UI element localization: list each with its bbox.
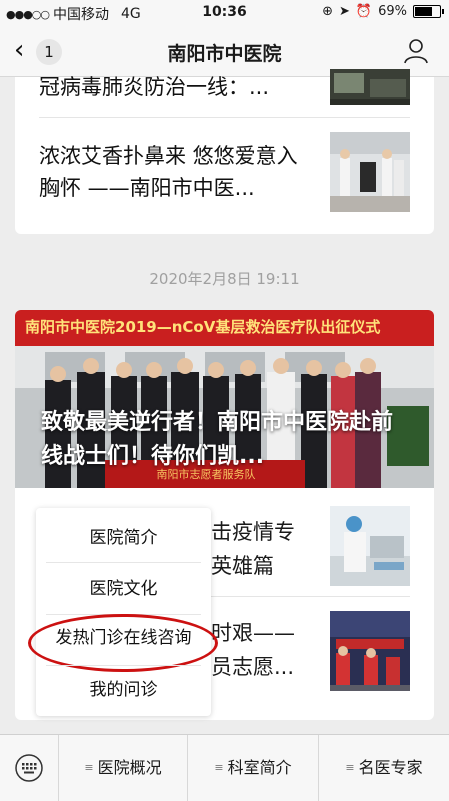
article-title: 浓浓艾香扑鼻来 悠悠爱意入胸怀 ——南阳市中医...: [39, 144, 298, 200]
profile-icon[interactable]: [403, 38, 429, 64]
rotation-lock-icon: ⊕: [322, 4, 333, 19]
alarm-icon: ⏰: [355, 4, 373, 19]
menu-item-fever-clinic-consult[interactable]: 发热门诊在线咨询: [28, 612, 218, 672]
article-thumbnail: [330, 506, 410, 586]
menu-department-intro[interactable]: ≡ 科室简介: [188, 735, 319, 801]
article-card-top: 冠病毒肺炎防治一线：... 浓浓艾香扑鼻来 悠悠爱意入胸怀 ——南阳市中医...: [15, 69, 434, 234]
message-timestamp: 2020年2月8日 19:11: [149, 270, 300, 288]
menu-item-hospital-intro[interactable]: 医院简介: [36, 512, 211, 564]
menu-lines-icon: ≡: [214, 761, 224, 774]
feature-title: 致敬最美逆行者！南阳市中医院赴前线战士们！待你们凯...: [41, 410, 394, 469]
article-row[interactable]: 浓浓艾香扑鼻来 悠悠爱意入胸怀 ——南阳市中医...: [15, 118, 434, 234]
status-bar: ●●●○○ 中国移动 4G 10:36 ⊕ ➤ ⏰ 69%: [0, 0, 449, 26]
location-icon: ➤: [339, 4, 350, 19]
keyboard-toggle-button[interactable]: [0, 735, 59, 801]
article-title-fragment: 击疫情专: [211, 520, 295, 544]
article-row[interactable]: 冠病毒肺炎防治一线：...: [15, 69, 434, 119]
article-thumbnail: [330, 611, 410, 691]
menu-label: 科室简介: [227, 758, 292, 777]
menu-lines-icon: ≡: [84, 761, 94, 774]
menu-famous-doctors[interactable]: ≡ 名医专家: [319, 735, 449, 801]
submenu-popup: 医院简介 医院文化 发热门诊在线咨询 我的问诊: [28, 508, 218, 716]
menu-item-hospital-culture[interactable]: 医院文化: [36, 563, 211, 615]
article-title-fragment: 英雄篇: [211, 554, 274, 578]
menu-item-my-consultations[interactable]: 我的问诊: [36, 664, 211, 716]
feature-cover[interactable]: 南阳市中医院2019—nCoV基层救治医疗队出征仪式 南阳市志愿者服务队 致敬最…: [15, 310, 434, 488]
menu-label: 名医专家: [358, 758, 423, 777]
article-title: 冠病毒肺炎防治一线：...: [39, 75, 270, 99]
bottom-menu-bar: ≡ 医院概况 ≡ 科室简介 ≡ 名医专家: [0, 734, 449, 801]
article-thumbnail: [330, 69, 410, 105]
battery-icon: [413, 5, 444, 18]
article-title-fragment: 时艰——: [211, 621, 295, 645]
page-title: 南阳市中医院: [167, 43, 282, 65]
menu-hospital-overview[interactable]: ≡ 医院概况: [59, 735, 188, 801]
feature-banner-text: 南阳市中医院2019—nCoV基层救治医疗队出征仪式: [25, 318, 381, 336]
keyboard-icon: [15, 754, 43, 782]
menu-label: 医院概况: [97, 758, 162, 777]
menu-lines-icon: ≡: [345, 761, 355, 774]
article-thumbnail: [330, 132, 410, 212]
article-title-fragment: 员志愿...: [211, 655, 295, 679]
battery-percent: 69%: [378, 4, 407, 19]
